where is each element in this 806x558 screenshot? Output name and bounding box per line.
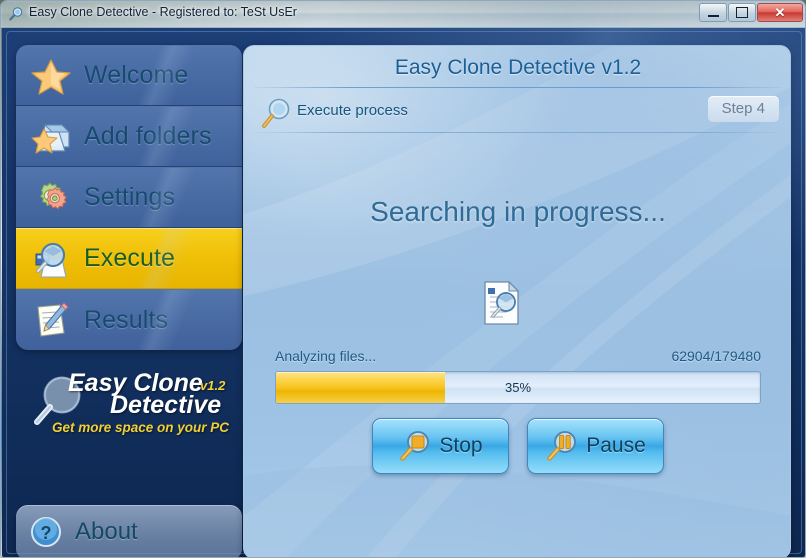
sidebar-nav: Welcome Add folders Settings Execute Res… [16,45,242,350]
progress-bar: 35% [275,371,761,404]
sidebar-item-welcome[interactable]: Welcome [16,45,242,106]
section-bar: Execute process Step 4 [244,94,790,132]
sidebar-item-label: Add folders [84,122,212,150]
desktop-background: Easy Clone Detective - Registered to: Te… [0,0,806,558]
sidebar-item-label: Results [84,305,169,334]
status-headline: Searching in progress... [370,196,666,227]
magnifier-icon [9,7,23,21]
magnifier-pause-icon [547,431,577,461]
minimize-icon [707,15,719,17]
sidebar-item-execute[interactable]: Execute [16,228,242,289]
question-mark-icon: ? [31,517,61,547]
sidebar-item-results[interactable]: Results [16,289,242,350]
stop-button-label: Stop [439,434,483,457]
close-button[interactable]: ✕ [757,3,803,22]
main-panel: Easy Clone Detective v1.2 Execute proces… [243,45,791,557]
folder-star-icon [29,115,73,159]
svg-text:?: ? [41,523,52,543]
about-button[interactable]: ? About [16,505,242,557]
window-controls: ✕ [699,3,803,22]
close-icon: ✕ [774,5,786,20]
minimize-button[interactable] [699,3,727,22]
action-buttons: Stop Pause [244,418,790,474]
magnifier-stop-icon [400,431,430,461]
application-window: Easy Clone Detective - Registered to: Te… [0,0,806,558]
logo-tagline: Get more space on your PC [52,420,230,435]
sidebar-item-label: Settings [84,183,176,211]
section-label: Execute process [297,102,408,119]
document-search-icon [484,280,520,325]
gears-icon [29,176,73,220]
notepad-pencil-icon [29,298,73,342]
client-area: Welcome Add folders Settings Execute Res… [2,28,805,557]
section-divider [254,132,782,133]
progress-counter: 62904/179480 [671,348,761,364]
progress-label: Analyzing files... [275,348,377,364]
magnifier-icon [262,98,290,128]
progress-percent-label: 35% [504,380,532,395]
title-bar[interactable]: Easy Clone Detective - Registered to: Te… [1,1,805,28]
progress-section: Analyzing files... 62904/179480 35% [275,348,761,404]
about-label: About [75,518,138,545]
sidebar-item-label: Welcome [84,61,189,89]
star-icon [29,54,73,98]
window-title: Easy Clone Detective - Registered to: Te… [29,5,297,19]
sidebar-item-settings[interactable]: Settings [16,167,242,228]
maximize-button[interactable] [728,3,756,22]
logo-line-2: Detective [110,391,222,419]
page-title: Easy Clone Detective v1.2 [394,56,642,79]
magnifier-scan-icon [29,237,73,281]
sidebar-item-add-folders[interactable]: Add folders [16,106,242,167]
maximize-icon [736,7,748,18]
pause-button-label: Pause [586,434,646,457]
app-logo: Easy Clone v1.2 Detective Get more space… [24,363,240,441]
sidebar-item-label: Execute [84,244,176,272]
pause-button[interactable]: Pause [527,418,664,474]
progress-labels: Analyzing files... 62904/179480 [275,348,761,364]
sidebar: Welcome Add folders Settings Execute Res… [16,31,242,531]
title-divider [254,87,782,88]
stop-button[interactable]: Stop [372,418,509,474]
step-badge: Step 4 [707,96,779,122]
